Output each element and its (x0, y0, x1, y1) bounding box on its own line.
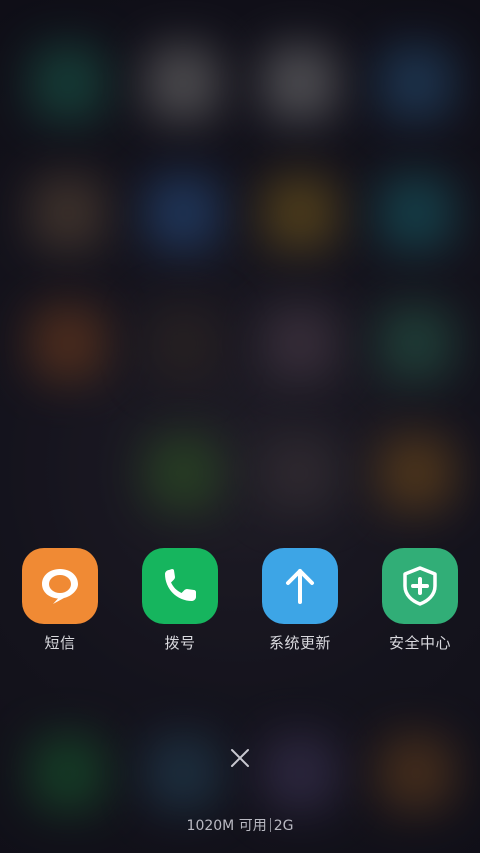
app-label: 安全中心 (388, 634, 451, 652)
app-label: 系统更新 (268, 634, 331, 652)
background-scrim (0, 0, 480, 853)
recent-app-messages[interactable]: 短信 (10, 548, 110, 653)
recent-app-security-center[interactable]: 安全中心 (370, 548, 470, 653)
memory-total-text: 2G (273, 818, 294, 834)
arrow-up-icon[interactable] (262, 548, 338, 624)
app-label: 短信 (44, 634, 76, 652)
chat-bubble-icon[interactable] (22, 548, 98, 624)
memory-status: 1020M 可用 2G (0, 815, 480, 835)
app-label: 拨号 (164, 634, 196, 652)
memory-available-text: 1020M 可用 (186, 818, 267, 834)
clear-all-button[interactable] (223, 741, 257, 775)
recent-app-system-update[interactable]: 系统更新 (250, 548, 350, 653)
close-icon (231, 749, 249, 767)
divider (269, 818, 271, 832)
phone-icon[interactable] (142, 548, 218, 624)
recent-app-dialer[interactable]: 拨号 (130, 548, 230, 653)
shield-plus-icon[interactable] (382, 548, 458, 624)
blurred-home-screen-background (0, 0, 480, 853)
